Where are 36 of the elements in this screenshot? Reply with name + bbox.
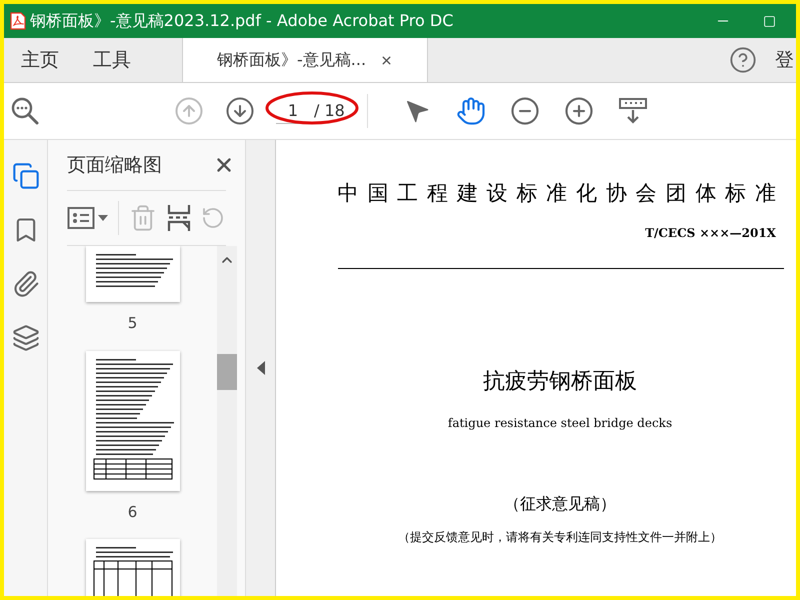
scrollbar[interactable] (217, 246, 237, 596)
next-page-button[interactable] (225, 96, 255, 126)
help-icon[interactable] (729, 46, 757, 74)
maximize-icon[interactable] (762, 14, 776, 28)
thumbnail-options-button[interactable] (67, 206, 108, 230)
paperclip-panel-button[interactable] (12, 270, 40, 298)
page-thumbnail[interactable] (86, 350, 180, 490)
insert-pages-icon[interactable] (167, 204, 191, 232)
tab[interactable]: 主页 (14, 38, 66, 82)
panel-title: 页面缩略图 (67, 152, 162, 178)
hand-icon[interactable] (456, 96, 486, 126)
standard-header: 中国工程建设标准化协会团体标准 (338, 180, 785, 207)
page-number-label: 6 (128, 502, 138, 522)
page-count: / 18 (314, 100, 345, 122)
page-number-label: 5 (128, 313, 138, 334)
close-tab-icon[interactable] (380, 54, 394, 66)
sign-in-link[interactable]: 登 (775, 46, 794, 74)
window-title: 钢桥面板》-意见稿2023.12.pdf - Adobe Acrobat Pro DC (30, 10, 454, 32)
tab[interactable]: 工具 (86, 38, 138, 82)
page-thumbnail[interactable] (86, 246, 180, 302)
document-title: 抗疲劳钢桥面板 (483, 368, 637, 396)
feedback-note: （提交反馈意见时，请将有关专利连同支持性文件一并附上） (398, 528, 722, 546)
document-subtitle: fatigue resistance steel bridge decks (448, 414, 672, 432)
caret-icon[interactable] (98, 215, 108, 221)
collapse-panel-button[interactable] (256, 361, 266, 375)
draft-label: （征求意见稿） (504, 492, 616, 514)
pages-panel-button[interactable] (12, 162, 40, 190)
zoom-in-icon[interactable] (564, 96, 594, 126)
tab[interactable]: 钢桥面板》-意见稿... (182, 38, 428, 82)
pdf-file-icon (10, 12, 26, 30)
standard-code: T/CECS ×××—201X (645, 224, 776, 242)
search-icon[interactable] (10, 96, 40, 126)
page-number-field[interactable]: 1 (276, 98, 310, 124)
layers-panel-button[interactable] (12, 324, 40, 352)
zoom-out-icon[interactable] (510, 96, 540, 126)
scrollbar-thumb[interactable] (217, 354, 237, 390)
